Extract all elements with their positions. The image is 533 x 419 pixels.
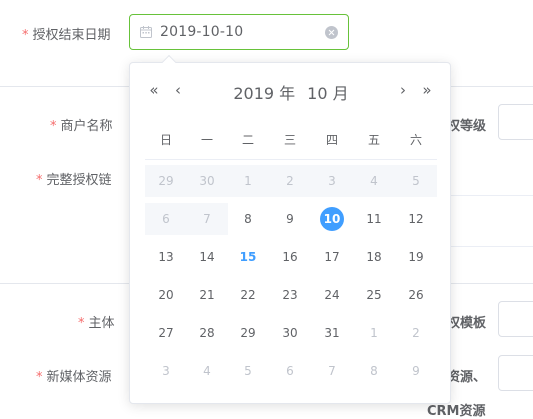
calendar-day[interactable]: 24 (312, 283, 352, 307)
calendar-day: 2 (286, 174, 294, 188)
calendar-day[interactable]: 17 (312, 245, 352, 269)
calendar-day-label: 10 (323, 212, 341, 226)
calendar-day[interactable]: 13 (146, 245, 186, 269)
calendar-day[interactable]: 22 (228, 283, 268, 307)
year-label[interactable]: 2019 年 (233, 80, 295, 104)
calendar-day[interactable]: 3 (146, 359, 186, 383)
calendar-day[interactable]: 28 (187, 321, 227, 345)
calendar-day[interactable]: 8 (228, 207, 268, 231)
calendar-day[interactable]: 30 (270, 321, 310, 345)
calendar-day[interactable]: 27 (146, 321, 186, 345)
calendar-day[interactable]: 21 (187, 283, 227, 307)
calendar-day[interactable]: 9 (270, 207, 310, 231)
calendar-day[interactable]: 5 (228, 359, 268, 383)
clear-circle-icon[interactable] (325, 26, 338, 39)
template-input[interactable] (498, 301, 533, 337)
resource-label: 资源、 (447, 370, 487, 385)
calendar-day[interactable]: 8 (354, 359, 394, 383)
month-label[interactable]: 10 月 (307, 80, 348, 104)
subject-label: * 主体 (78, 316, 115, 331)
end-date-input[interactable]: 2019-10-10 (129, 14, 349, 50)
weekday-header: 二 (241, 133, 254, 147)
next-year-button[interactable]: » (419, 80, 435, 100)
calendar-day[interactable]: 14 (187, 245, 227, 269)
calendar-day: 4 (370, 174, 378, 188)
calendar-day[interactable]: 31 (312, 321, 352, 345)
calendar-day: 6 (162, 212, 170, 226)
date-picker-panel: « ‹ 2019 年 10 月 › » 日 一 二 三 四 五 六 29 30 1 2 3… (129, 54, 451, 404)
calendar-day-today[interactable]: 15 (228, 245, 268, 269)
calendar-day: 3 (328, 174, 336, 188)
calendar-day[interactable]: 4 (187, 359, 227, 383)
end-date-value: 2019-10-10 (160, 24, 244, 40)
weekday-header: 五 (367, 133, 380, 147)
merchant-label: * 商户名称 (50, 119, 113, 134)
calendar-day[interactable]: 12 (396, 207, 436, 231)
calendar-day[interactable]: 20 (146, 283, 186, 307)
calendar-day[interactable]: 29 (146, 169, 186, 193)
popover-arrow (161, 54, 177, 70)
calendar-day[interactable]: 19 (396, 245, 436, 269)
template-label: 权模板 (447, 316, 487, 331)
calendar-day[interactable]: 30 (187, 169, 227, 193)
level-input[interactable] (498, 104, 533, 140)
media-label: * 新媒体资源 (36, 370, 112, 385)
calendar-day[interactable]: 25 (354, 283, 394, 307)
calendar-icon (140, 26, 152, 38)
calendar-day[interactable]: 7 (312, 359, 352, 383)
calendar-day[interactable]: 29 (228, 321, 268, 345)
calendar-day: 7 (203, 212, 211, 226)
weekday-divider (145, 159, 437, 160)
weekday-header: 六 (409, 133, 422, 147)
calendar-day[interactable]: 16 (270, 245, 310, 269)
calendar-day[interactable]: 1 (354, 321, 394, 345)
resource-input[interactable] (498, 355, 533, 391)
calendar-day-selected[interactable]: 10 (312, 207, 352, 231)
chain-label: * 完整授权链 (36, 173, 112, 188)
weekday-header: 三 (283, 133, 296, 147)
calendar-day[interactable]: 9 (396, 359, 436, 383)
weekday-header: 日 (159, 133, 172, 147)
calendar-day[interactable]: 11 (354, 207, 394, 231)
calendar-day: 5 (412, 174, 420, 188)
calendar-day[interactable]: 6 (270, 359, 310, 383)
weekday-header: 一 (200, 133, 213, 147)
next-month-button[interactable]: › (395, 80, 411, 100)
level-label: 权等级 (447, 119, 487, 134)
end-date-label: * 授权结束日期 (22, 28, 111, 43)
calendar-day[interactable]: 23 (270, 283, 310, 307)
divider (451, 246, 533, 247)
divider (451, 195, 533, 196)
calendar-day[interactable]: 26 (396, 283, 436, 307)
calendar-day[interactable]: 18 (354, 245, 394, 269)
calendar-day: 1 (244, 174, 252, 188)
calendar-day[interactable]: 2 (396, 321, 436, 345)
weekday-header: 四 (325, 133, 338, 147)
